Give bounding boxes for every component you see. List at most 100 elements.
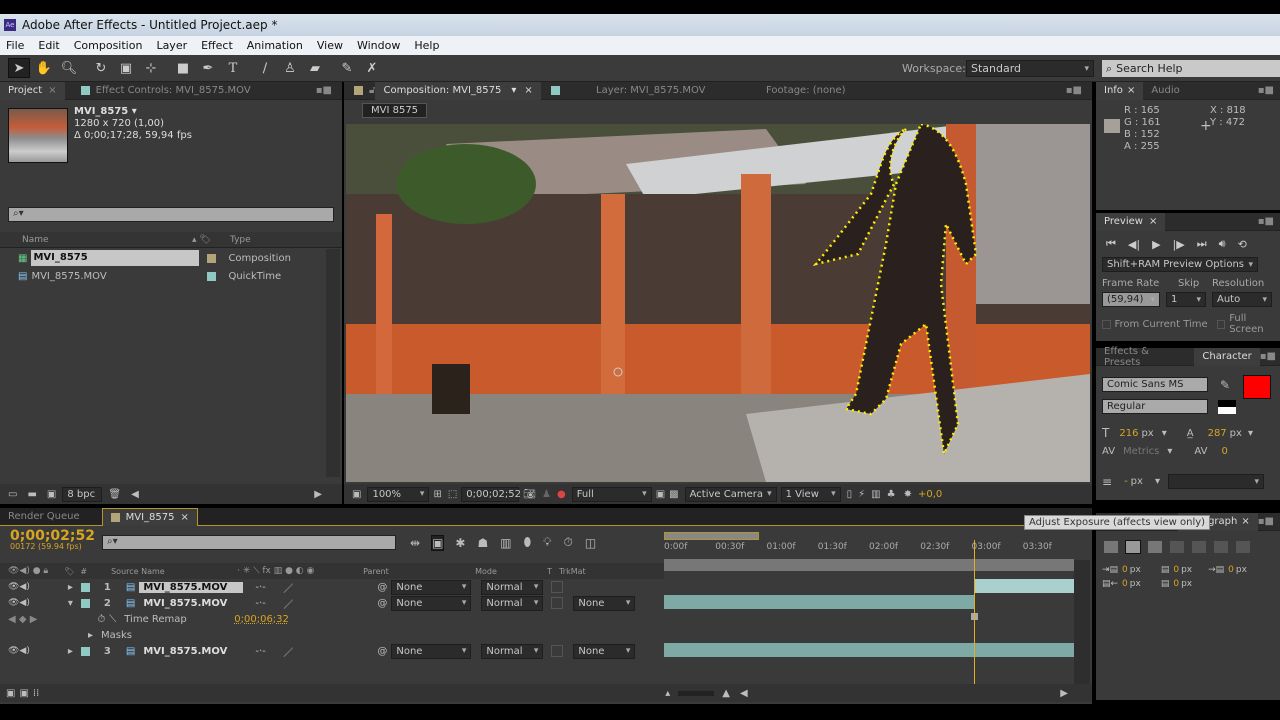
hide-shy-layers-icon[interactable]: ☗	[477, 536, 488, 550]
mute-audio-icon[interactable]: 🔊︎	[1219, 237, 1226, 251]
item-name[interactable]: MVI_8575 ▾	[74, 106, 192, 118]
menu-view[interactable]: View	[317, 39, 343, 52]
magnification-dropdown[interactable]: 100%	[367, 486, 430, 502]
space-before-value[interactable]: 0	[1173, 565, 1179, 575]
views-dropdown[interactable]: 1 View	[780, 486, 841, 502]
workspace-dropdown[interactable]: Standard	[966, 60, 1094, 77]
panel-menu-icon[interactable]: ▪■	[1260, 351, 1276, 362]
skip-dropdown[interactable]: 1	[1166, 292, 1206, 307]
layer-name[interactable]: MVI_8575.MOV	[139, 598, 243, 609]
ram-preview-options-dropdown[interactable]: Shift+RAM Preview Options	[1102, 257, 1258, 272]
close-icon[interactable]: ×	[181, 512, 189, 523]
column-mode[interactable]: Mode	[475, 567, 547, 576]
project-scrollbar[interactable]	[326, 249, 340, 477]
tab-render-queue[interactable]: Render Queue	[0, 508, 88, 526]
transparency-grid-icon[interactable]: ▩	[669, 489, 678, 500]
zoom-out-icon[interactable]: ▴	[665, 688, 670, 699]
reset-exposure-icon[interactable]: ✸	[904, 489, 912, 500]
pen-tool-icon[interactable]: ✒	[197, 58, 219, 78]
grid-guides-icon[interactable]: ⊞	[433, 489, 441, 500]
layer-duration-bar[interactable]	[664, 595, 974, 609]
parent-pickwhip-icon[interactable]: @	[377, 598, 391, 609]
clone-stamp-tool-icon[interactable]: ♙	[279, 58, 301, 78]
collapse-arrow-icon[interactable]: ▾	[68, 598, 73, 609]
preserve-transparency-checkbox[interactable]	[551, 581, 564, 593]
leading-value[interactable]: 287	[1208, 428, 1227, 439]
menu-help[interactable]: Help	[414, 39, 439, 52]
menu-layer[interactable]: Layer	[156, 39, 187, 52]
rotation-tool-icon[interactable]: ↻	[90, 58, 112, 78]
graph-icon[interactable]: ⟍	[109, 614, 116, 625]
tab-info[interactable]: Info ×	[1096, 81, 1144, 100]
column-trkmat[interactable]: TrkMat	[559, 567, 586, 576]
eraser-tool-icon[interactable]: ▰	[304, 58, 326, 78]
mask-visibility-icon[interactable]: ⬚	[448, 489, 457, 500]
indent-first-value[interactable]: 0	[1122, 579, 1128, 589]
tab-character[interactable]: Character	[1194, 347, 1260, 366]
label-swatch[interactable]	[80, 646, 90, 656]
close-icon[interactable]: ×	[1127, 85, 1135, 96]
close-icon[interactable]: ×	[1241, 516, 1249, 527]
layer-row[interactable]: 👁︎◀) ▸ 3 ▤ MVI_8575.MOV -·- ／ @ None Nor…	[0, 643, 664, 659]
motion-blur-icon[interactable]: ⬮	[524, 535, 532, 550]
full-screen-checkbox[interactable]	[1216, 319, 1226, 329]
tab-layer[interactable]: Layer: MVI_8575.MOV	[566, 82, 736, 100]
layer-name[interactable]: MVI_8575.MOV	[139, 646, 243, 657]
puppet-pin-tool-icon[interactable]: ✗	[361, 58, 383, 78]
menu-window[interactable]: Window	[357, 39, 400, 52]
time-navigator[interactable]	[664, 532, 759, 540]
always-preview-icon[interactable]: ▣	[352, 489, 361, 500]
camera-dropdown[interactable]: Active Camera	[684, 486, 777, 502]
shy-switch-icon[interactable]: -·-	[255, 598, 283, 609]
stroke-style-dropdown[interactable]	[1167, 474, 1264, 489]
layer-row[interactable]: 👁︎◀) ▾ 2 ▤ MVI_8575.MOV -·- ／ @ None Nor…	[0, 595, 664, 611]
mode-dropdown[interactable]: Normal	[481, 579, 544, 595]
close-icon[interactable]: ×	[524, 85, 532, 96]
panel-menu-icon[interactable]: ▪■	[316, 85, 332, 96]
trkmat-dropdown[interactable]: None	[573, 595, 636, 611]
brush-tool-icon[interactable]: ∕	[254, 58, 276, 78]
zoom-in-icon[interactable]: ▲	[722, 688, 730, 699]
menu-composition[interactable]: Composition	[74, 39, 143, 52]
indent-right-value[interactable]: 0	[1228, 565, 1234, 575]
fill-color-swatch[interactable]	[1243, 375, 1271, 399]
layer-duration-bar[interactable]	[973, 579, 1074, 593]
tab-audio[interactable]: Audio	[1143, 82, 1187, 100]
tracking-value[interactable]: 0	[1221, 446, 1227, 457]
eyedropper-icon[interactable]: ✎	[1220, 378, 1230, 392]
flowchart-icon[interactable]: ♣	[887, 489, 896, 500]
masks-row[interactable]: ▸ Masks	[0, 627, 664, 643]
visibility-toggle-icon[interactable]: 👁︎◀)	[8, 646, 30, 656]
show-snapshot-icon[interactable]: ♟	[542, 489, 551, 500]
column-parent[interactable]: Parent	[363, 567, 475, 576]
trash-icon[interactable]: 🗑︎	[108, 489, 121, 500]
rectangle-tool-icon[interactable]: ■	[172, 58, 194, 78]
next-frame-icon[interactable]: |▶	[1173, 238, 1185, 251]
timeline-icon[interactable]: ▥	[871, 489, 880, 500]
close-icon[interactable]: ×	[48, 85, 56, 96]
parent-dropdown[interactable]: None	[391, 579, 472, 595]
time-remap-row[interactable]: ◀ ◆ ▶ ⏱︎ ⟍ Time Remap 0;00;06;32	[0, 611, 664, 627]
align-center-icon[interactable]	[1125, 540, 1141, 554]
work-area-bar[interactable]	[664, 559, 1074, 571]
panel-menu-icon[interactable]: ▪■	[1258, 216, 1274, 227]
chevron-down-icon[interactable]: ▾	[1167, 446, 1172, 457]
new-folder-icon[interactable]: ▬	[27, 489, 36, 500]
auto-keyframe-icon[interactable]: ⏱︎	[564, 535, 573, 550]
pan-behind-tool-icon[interactable]: ⊹	[140, 58, 162, 78]
last-frame-icon[interactable]: ⏭	[1197, 237, 1207, 251]
draft-3d-icon[interactable]: ✱	[455, 536, 465, 550]
stroke-width-value[interactable]: -	[1124, 476, 1128, 487]
play-icon[interactable]: ▶	[1152, 238, 1160, 251]
column-type[interactable]: Type	[230, 235, 251, 245]
graph-editor-icon[interactable]: ◫	[585, 536, 596, 550]
menu-file[interactable]: File	[6, 39, 24, 52]
font-style-dropdown[interactable]: Regular	[1102, 399, 1208, 414]
parent-pickwhip-icon[interactable]: @	[377, 646, 391, 657]
project-search-input[interactable]: ⌕▾	[8, 207, 334, 222]
from-current-time-checkbox[interactable]	[1102, 319, 1111, 329]
scroll-right-icon[interactable]: ▶	[314, 489, 322, 500]
panel-menu-icon[interactable]: ▪■	[1258, 516, 1274, 527]
type-tool-icon[interactable]: T	[222, 58, 244, 78]
comp-mini-flowchart-icon[interactable]: ⇹	[410, 536, 420, 550]
